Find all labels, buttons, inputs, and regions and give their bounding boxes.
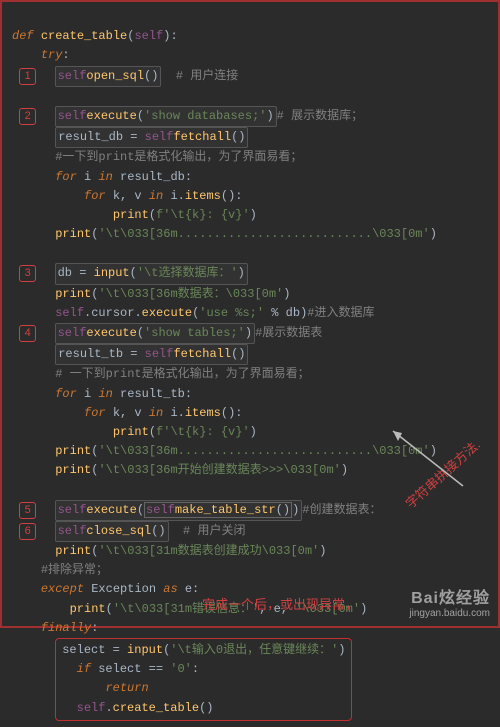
annotation-bottom: 完成一个后，或出现异常， <box>202 595 358 616</box>
watermark: Bai炫经验 jingyan.baidu.com <box>409 589 490 620</box>
marker-5: 5 <box>19 502 36 519</box>
finally-block-box: select = input('\t输入0退出，任意键继续：') if sele… <box>55 638 352 721</box>
marker-2: 2 <box>19 108 36 125</box>
marker-1: 1 <box>19 68 36 85</box>
marker-3: 3 <box>19 265 36 282</box>
marker-4: 4 <box>19 325 36 342</box>
marker-6: 6 <box>19 523 36 540</box>
line: def create_table(self): <box>12 29 178 43</box>
